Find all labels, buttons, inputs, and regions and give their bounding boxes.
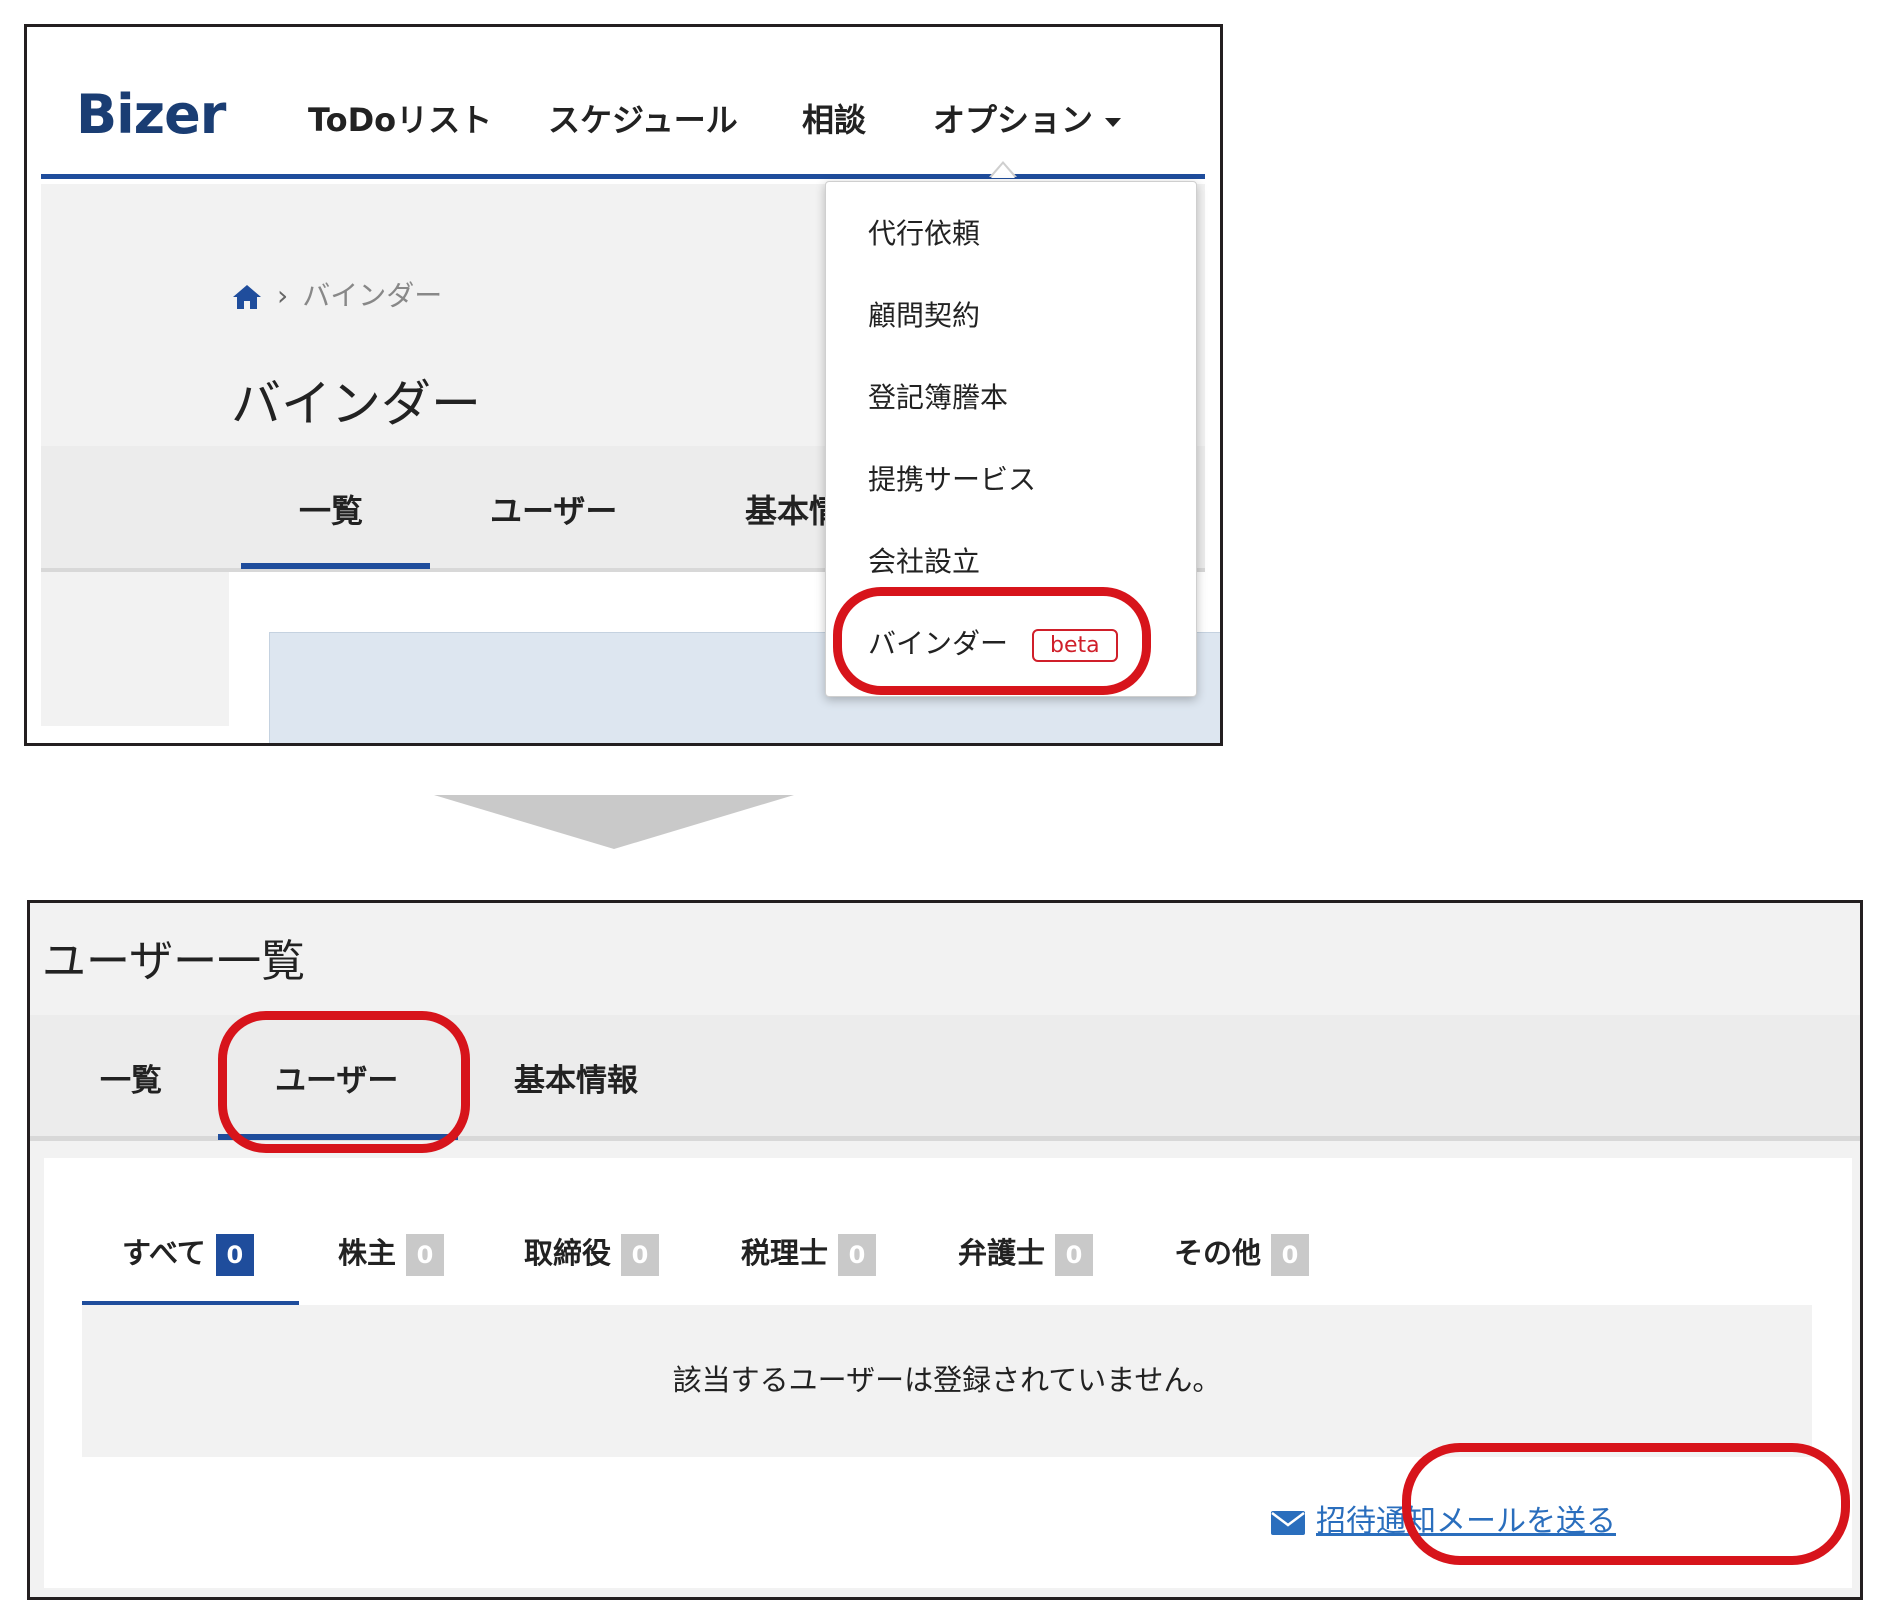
breadcrumb-separator: › bbox=[277, 279, 289, 312]
tab-basic-info[interactable]: 基本情報 bbox=[514, 1055, 638, 1100]
count-badge: 0 bbox=[406, 1234, 445, 1276]
page-title: ユーザー一覧 bbox=[42, 936, 306, 987]
tab-list[interactable]: 一覧 bbox=[299, 486, 363, 532]
down-arrow-icon bbox=[434, 795, 794, 849]
count-badge: 0 bbox=[215, 1234, 254, 1276]
menu-item-partner-services[interactable]: 提携サービス bbox=[868, 458, 1036, 498]
empty-state-panel: 該当するユーザーは登録されていません。 bbox=[82, 1305, 1812, 1457]
filter-tab-all[interactable]: すべて 0 bbox=[122, 1230, 254, 1276]
filter-tab-directors[interactable]: 取締役 0 bbox=[524, 1230, 660, 1276]
nav-todo-list[interactable]: ToDoリスト bbox=[308, 95, 492, 141]
filter-tab-label: すべて bbox=[122, 1236, 206, 1270]
filter-tab-lawyers[interactable]: 弁護士 0 bbox=[958, 1230, 1094, 1276]
count-badge: 0 bbox=[1271, 1234, 1310, 1276]
screenshot-options-menu: Bizer ToDoリスト スケジュール 相談 オプション › バインダー バイン… bbox=[24, 24, 1223, 746]
nav-options[interactable]: オプション bbox=[933, 95, 1122, 141]
nav-schedule[interactable]: スケジュール bbox=[548, 95, 738, 141]
home-icon[interactable] bbox=[231, 283, 263, 311]
filter-tab-shareholders[interactable]: 株主 0 bbox=[338, 1230, 445, 1276]
top-navbar: Bizer ToDoリスト スケジュール 相談 オプション bbox=[41, 27, 1205, 179]
filter-tab-label: 株主 bbox=[338, 1236, 397, 1270]
filter-tab-others[interactable]: その他 0 bbox=[1174, 1230, 1310, 1276]
count-badge: 0 bbox=[838, 1234, 877, 1276]
breadcrumb-current: バインダー bbox=[302, 279, 443, 312]
menu-item-proxy-request[interactable]: 代行依頼 bbox=[868, 212, 980, 252]
dropdown-pointer-fill bbox=[991, 164, 1015, 178]
nav-consult[interactable]: 相談 bbox=[802, 95, 866, 141]
filter-tab-label: 税理士 bbox=[741, 1236, 829, 1270]
highlight-binder-menu bbox=[833, 587, 1151, 695]
active-tab-indicator bbox=[241, 563, 430, 569]
nav-options-label: オプション bbox=[933, 101, 1094, 139]
tab-list[interactable]: 一覧 bbox=[100, 1055, 162, 1100]
count-badge: 0 bbox=[621, 1234, 660, 1276]
menu-item-registry-copy[interactable]: 登記簿謄本 bbox=[868, 376, 1008, 416]
empty-state-message: 該当するユーザーは登録されていません。 bbox=[672, 1363, 1222, 1397]
filter-tab-label: その他 bbox=[1174, 1236, 1262, 1270]
screenshot-user-list: ユーザー一覧 一覧 ユーザー 基本情報 すべて 0 株主 0 取締役 0 税理士 0 弁… bbox=[27, 900, 1863, 1600]
envelope-icon bbox=[1271, 1510, 1305, 1535]
count-badge: 0 bbox=[1055, 1234, 1094, 1276]
highlight-users-tab bbox=[218, 1011, 470, 1153]
highlight-invite-link bbox=[1402, 1443, 1850, 1565]
breadcrumb: › バインダー bbox=[231, 274, 442, 314]
menu-item-advisory-contract[interactable]: 顧問契約 bbox=[868, 294, 980, 334]
page-title: バインダー bbox=[231, 375, 481, 433]
filter-tab-label: 取締役 bbox=[524, 1236, 612, 1270]
tab-users[interactable]: ユーザー bbox=[490, 486, 617, 532]
filter-tab-tax-accountants[interactable]: 税理士 0 bbox=[741, 1230, 877, 1276]
bizer-logo[interactable]: Bizer bbox=[76, 83, 226, 146]
menu-item-company-setup[interactable]: 会社設立 bbox=[868, 540, 980, 580]
filter-tab-label: 弁護士 bbox=[958, 1236, 1046, 1270]
caret-down-icon bbox=[1105, 117, 1122, 127]
